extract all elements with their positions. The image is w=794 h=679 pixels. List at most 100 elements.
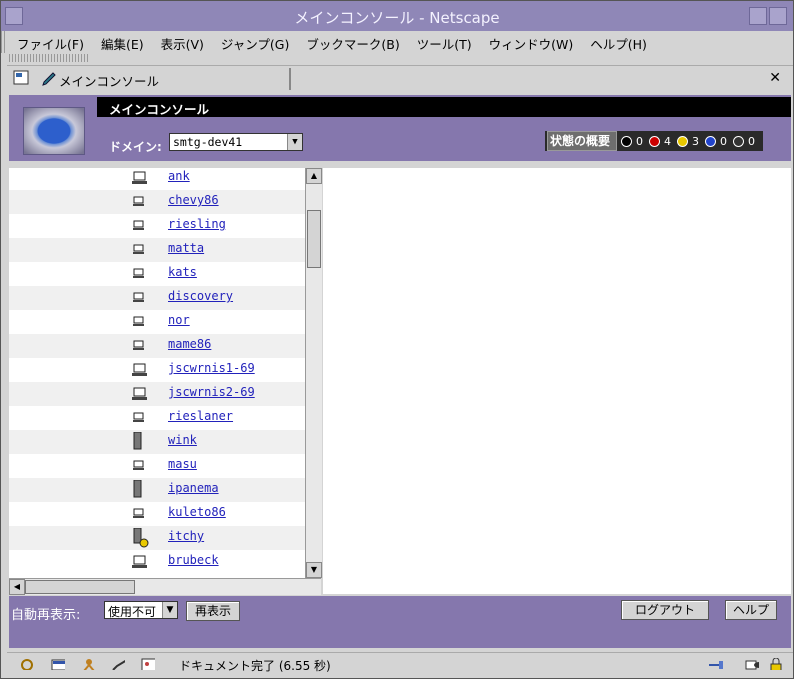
menu-window[interactable]: ウィンドウ(W) bbox=[479, 31, 581, 53]
scroll-left-icon[interactable]: ◀ bbox=[9, 579, 25, 595]
lock-icon[interactable] bbox=[769, 658, 783, 670]
host-link[interactable]: riesling bbox=[168, 217, 226, 231]
menu-edit[interactable]: 編集(E) bbox=[91, 31, 151, 53]
scroll-down-icon[interactable]: ▼ bbox=[306, 562, 322, 578]
computer-icon bbox=[132, 339, 144, 350]
host-list: ank chevy86 riesling matta kats discovery nor m… bbox=[9, 168, 305, 578]
host-link[interactable]: brubeck bbox=[168, 553, 219, 567]
status-error[interactable]: 4 bbox=[649, 135, 671, 148]
unknown-icon bbox=[733, 135, 745, 147]
host-row: ipanema bbox=[9, 478, 305, 502]
computer-icon bbox=[132, 459, 144, 470]
tab-bar: メインコンソール ✕ bbox=[7, 65, 793, 92]
computer-icon bbox=[132, 195, 144, 206]
status-info[interactable]: 0 bbox=[621, 135, 643, 148]
host-row: rieslaner bbox=[9, 406, 305, 430]
detail-pane bbox=[323, 168, 791, 594]
host-link[interactable]: discovery bbox=[168, 289, 233, 303]
sidebar-toggle-icon[interactable] bbox=[13, 70, 31, 86]
host-row: wink bbox=[9, 430, 305, 454]
navigator-icon[interactable] bbox=[19, 658, 33, 670]
status-warning[interactable]: 3 bbox=[677, 135, 699, 148]
globe-logo bbox=[23, 107, 85, 155]
chevron-down-icon[interactable]: ▼ bbox=[287, 134, 302, 150]
auto-refresh-label: 自動再表示: bbox=[11, 608, 81, 623]
close-tab-icon[interactable]: ✕ bbox=[769, 70, 781, 86]
host-link[interactable]: mame86 bbox=[168, 337, 211, 351]
console-header: メインコンソール ドメイン: smtg-dev41 ▼ 状態の概要 0 4 3 0… bbox=[9, 95, 791, 161]
computer-icon bbox=[132, 363, 147, 376]
minus-icon bbox=[705, 135, 717, 147]
status-count: 0 bbox=[636, 134, 644, 148]
status-unknown[interactable]: 0 bbox=[733, 135, 755, 148]
minimize-button[interactable] bbox=[749, 7, 767, 25]
scroll-thumb[interactable] bbox=[307, 210, 321, 268]
host-row: masu bbox=[9, 454, 305, 478]
chevron-down-icon[interactable]: ▼ bbox=[162, 602, 177, 618]
scroll-thumb-h[interactable] bbox=[25, 580, 135, 594]
tab-main-console[interactable]: メインコンソール bbox=[39, 68, 291, 90]
host-link[interactable]: masu bbox=[168, 457, 197, 471]
status-count: 3 bbox=[692, 134, 700, 148]
host-link[interactable]: kats bbox=[168, 265, 197, 279]
tab-label: メインコンソール bbox=[59, 74, 160, 89]
host-link[interactable]: matta bbox=[168, 241, 204, 255]
status-count: 0 bbox=[748, 134, 756, 148]
pen-icon bbox=[42, 72, 56, 86]
warning-icon bbox=[677, 135, 689, 147]
refresh-button[interactable]: 再表示 bbox=[186, 601, 240, 621]
status-minus[interactable]: 0 bbox=[705, 135, 727, 148]
menu-go[interactable]: ジャンプ(G) bbox=[211, 31, 296, 53]
person-icon[interactable] bbox=[81, 658, 95, 670]
auto-refresh-select[interactable]: 使用不可 ▼ bbox=[104, 601, 178, 619]
computer-icon bbox=[132, 219, 144, 230]
menu-bookmarks[interactable]: ブックマーク(B) bbox=[296, 31, 406, 53]
host-link[interactable]: itchy bbox=[168, 529, 204, 543]
toolbar-grip[interactable] bbox=[9, 54, 89, 62]
security-eye-icon[interactable] bbox=[745, 658, 759, 670]
computer-icon bbox=[132, 315, 144, 326]
host-link[interactable]: wink bbox=[168, 433, 197, 447]
host-row: itchy bbox=[9, 526, 305, 550]
status-bar: ドキュメント完了 (6.55 秒) bbox=[7, 652, 793, 677]
address-book-icon[interactable] bbox=[141, 658, 155, 670]
error-icon bbox=[649, 135, 661, 147]
window-title: メインコンソール - Netscape bbox=[294, 9, 500, 27]
scroll-up-icon[interactable]: ▲ bbox=[306, 168, 322, 184]
mail-icon[interactable] bbox=[51, 658, 65, 670]
menu-tools[interactable]: ツール(T) bbox=[407, 31, 479, 53]
computer-icon bbox=[132, 431, 144, 450]
host-link[interactable]: jscwrnis1-69 bbox=[168, 361, 255, 375]
composer-icon[interactable] bbox=[111, 658, 125, 670]
domain-select[interactable]: smtg-dev41 ▼ bbox=[169, 133, 303, 151]
maximize-button[interactable] bbox=[769, 7, 787, 25]
host-link[interactable]: ank bbox=[168, 169, 190, 183]
host-link[interactable]: jscwrnis2-69 bbox=[168, 385, 255, 399]
menu-help[interactable]: ヘルプ(H) bbox=[580, 31, 654, 53]
menu-view[interactable]: 表示(V) bbox=[151, 31, 211, 53]
host-row: riesling bbox=[9, 214, 305, 238]
menu-bar: ファイル(F) 編集(E) 表示(V) ジャンプ(G) ブックマーク(B) ツール(T) ウ… bbox=[7, 31, 793, 53]
host-link[interactable]: chevy86 bbox=[168, 193, 219, 207]
vertical-scrollbar[interactable]: ▲ ▼ bbox=[305, 168, 322, 578]
host-link[interactable]: ipanema bbox=[168, 481, 219, 495]
computer-icon bbox=[132, 411, 144, 422]
host-link[interactable]: nor bbox=[168, 313, 190, 327]
host-row: jscwrnis1-69 bbox=[9, 358, 305, 382]
status-summary: 状態の概要 0 4 3 0 0 bbox=[545, 131, 764, 151]
title-bar: メインコンソール - Netscape bbox=[1, 1, 793, 31]
domain-value: smtg-dev41 bbox=[173, 135, 243, 149]
logout-button[interactable]: ログアウト bbox=[621, 600, 709, 620]
host-link[interactable]: kuleto86 bbox=[168, 505, 226, 519]
status-summary-label: 状態の概要 bbox=[547, 131, 618, 151]
horizontal-scrollbar[interactable]: ◀ bbox=[9, 578, 321, 595]
host-row: mame86 bbox=[9, 334, 305, 358]
host-link[interactable]: rieslaner bbox=[168, 409, 233, 423]
computer-icon bbox=[132, 479, 144, 498]
computer-icon bbox=[132, 507, 144, 518]
host-row: matta bbox=[9, 238, 305, 262]
help-button[interactable]: ヘルプ bbox=[725, 600, 777, 620]
connection-icon bbox=[709, 661, 723, 669]
info-icon bbox=[621, 135, 633, 147]
menu-file[interactable]: ファイル(F) bbox=[7, 31, 91, 53]
